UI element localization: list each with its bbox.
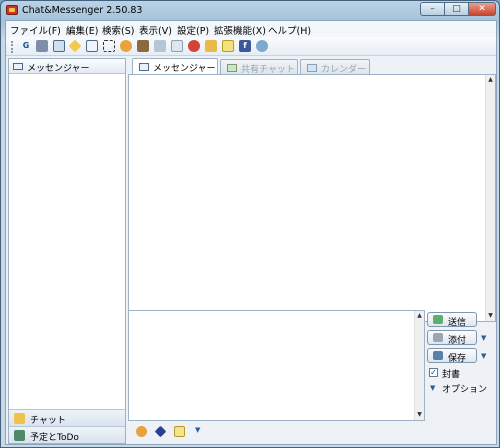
send-icon xyxy=(433,315,443,324)
maximize-button[interactable]: □ xyxy=(445,2,469,16)
save-dropdown[interactable]: ▼ xyxy=(481,352,489,360)
floppy-icon xyxy=(433,351,443,360)
tab-messenger[interactable]: メッセンジャー xyxy=(132,58,218,74)
contacts-panel: メッセンジャー チャット 予定とToDo xyxy=(8,58,126,444)
tab-strip: メッセンジャー 共有チャット カレンダー xyxy=(128,58,496,75)
action-panel: 送信 添付 ▼ 保存 ▼ ✓ 封書 ▼ オプション xyxy=(427,310,497,443)
shared-chat-icon xyxy=(227,64,237,72)
send-button[interactable]: 送信 xyxy=(427,312,477,328)
todo-icon xyxy=(14,430,25,441)
menu-search[interactable]: 検索(S) xyxy=(102,23,134,37)
message-list-scrollbar[interactable]: ▲ ▼ xyxy=(485,75,495,321)
memo-icon[interactable] xyxy=(174,426,185,437)
save-button[interactable]: 保存 xyxy=(427,348,477,364)
compose-more-dropdown[interactable]: ▼ xyxy=(195,426,200,434)
attach-button[interactable]: 添付 xyxy=(427,330,477,346)
menu-help[interactable]: ヘルプ(H) xyxy=(268,23,311,37)
window-title: Chat&Messenger 2.50.83 xyxy=(22,5,143,16)
window-icon[interactable] xyxy=(86,40,98,52)
message-input[interactable]: ▲ ▼ xyxy=(128,310,425,421)
menu-settings[interactable]: 設定(P) xyxy=(177,23,209,37)
message-list[interactable]: ▲ ▼ xyxy=(128,74,496,322)
toolbar-grip[interactable] xyxy=(11,41,13,53)
save-label: 保存 xyxy=(448,354,467,364)
messenger-icon xyxy=(13,63,23,70)
star-icon[interactable] xyxy=(120,40,132,52)
scroll-up-arrow[interactable]: ▲ xyxy=(415,311,424,321)
sort-icon[interactable] xyxy=(171,40,183,52)
scroll-down-arrow[interactable]: ▼ xyxy=(415,410,424,420)
toolbar: G f xyxy=(6,37,496,56)
chat-icon xyxy=(14,413,25,424)
menu-view[interactable]: 表示(V) xyxy=(139,23,172,37)
sidebar-item-chat[interactable]: チャット xyxy=(9,409,125,426)
client-area: ファイル(F) 編集(E) 検索(S) 表示(V) 設定(P) 拡張機能(X) … xyxy=(5,20,497,445)
folder-icon[interactable] xyxy=(205,40,217,52)
messenger-icon xyxy=(139,63,149,71)
menu-bar: ファイル(F) 編集(E) 検索(S) 表示(V) 設定(P) 拡張機能(X) … xyxy=(6,21,496,37)
options-link[interactable]: オプション xyxy=(442,382,487,395)
menu-edit[interactable]: 編集(E) xyxy=(66,23,98,37)
send-label: 送信 xyxy=(448,318,467,328)
sealed-label: 封書 xyxy=(442,370,461,380)
compose-scrollbar[interactable]: ▲ ▼ xyxy=(414,311,424,420)
panel-header[interactable]: メッセンジャー xyxy=(9,59,125,74)
stamp-icon[interactable] xyxy=(154,425,167,438)
sidebar-item-label: 予定とToDo xyxy=(30,433,79,443)
tab-calendar[interactable]: カレンダー xyxy=(300,59,370,75)
contacts-icon[interactable] xyxy=(36,40,48,52)
panel-header-label: メッセンジャー xyxy=(27,64,90,74)
tab-shared-chat[interactable]: 共有チャット xyxy=(220,59,298,75)
close-button[interactable]: ✕ xyxy=(469,2,496,16)
tab-label: メッセンジャー xyxy=(153,64,216,74)
compose-toolbar: ▼ xyxy=(128,421,425,443)
calendar-icon xyxy=(307,64,317,72)
note-icon[interactable] xyxy=(222,40,234,52)
tool-icon[interactable] xyxy=(137,40,149,52)
facebook-icon[interactable]: f xyxy=(239,40,251,52)
sealed-checkbox[interactable]: ✓ xyxy=(429,368,438,377)
user-icon[interactable] xyxy=(154,40,166,52)
network-icon[interactable] xyxy=(256,40,268,52)
paperclip-icon xyxy=(433,333,443,342)
diamond-icon[interactable] xyxy=(68,39,82,53)
title-bar[interactable]: Chat&Messenger 2.50.83 – □ ✕ xyxy=(1,1,499,20)
attach-dropdown[interactable]: ▼ xyxy=(481,334,489,342)
color-icon[interactable] xyxy=(188,40,200,52)
sidebar-item-label: チャット xyxy=(30,416,66,426)
emoji-icon[interactable] xyxy=(136,426,147,437)
app-window: Chat&Messenger 2.50.83 – □ ✕ ファイル(F) 編集(… xyxy=(0,0,500,448)
app-logo-icon[interactable] xyxy=(6,5,18,15)
attach-label: 添付 xyxy=(448,336,467,346)
menu-file[interactable]: ファイル(F) xyxy=(10,23,61,37)
scroll-up-arrow[interactable]: ▲ xyxy=(486,75,495,85)
menu-extensions[interactable]: 拡張機能(X) xyxy=(214,23,266,37)
sidebar-item-todo[interactable]: 予定とToDo xyxy=(9,426,125,443)
g-icon[interactable]: G xyxy=(20,40,32,52)
calendar-icon[interactable] xyxy=(53,40,65,52)
minimize-button[interactable]: – xyxy=(420,2,445,16)
select-icon[interactable] xyxy=(103,40,115,52)
options-chevron-icon[interactable]: ▼ xyxy=(430,384,435,392)
